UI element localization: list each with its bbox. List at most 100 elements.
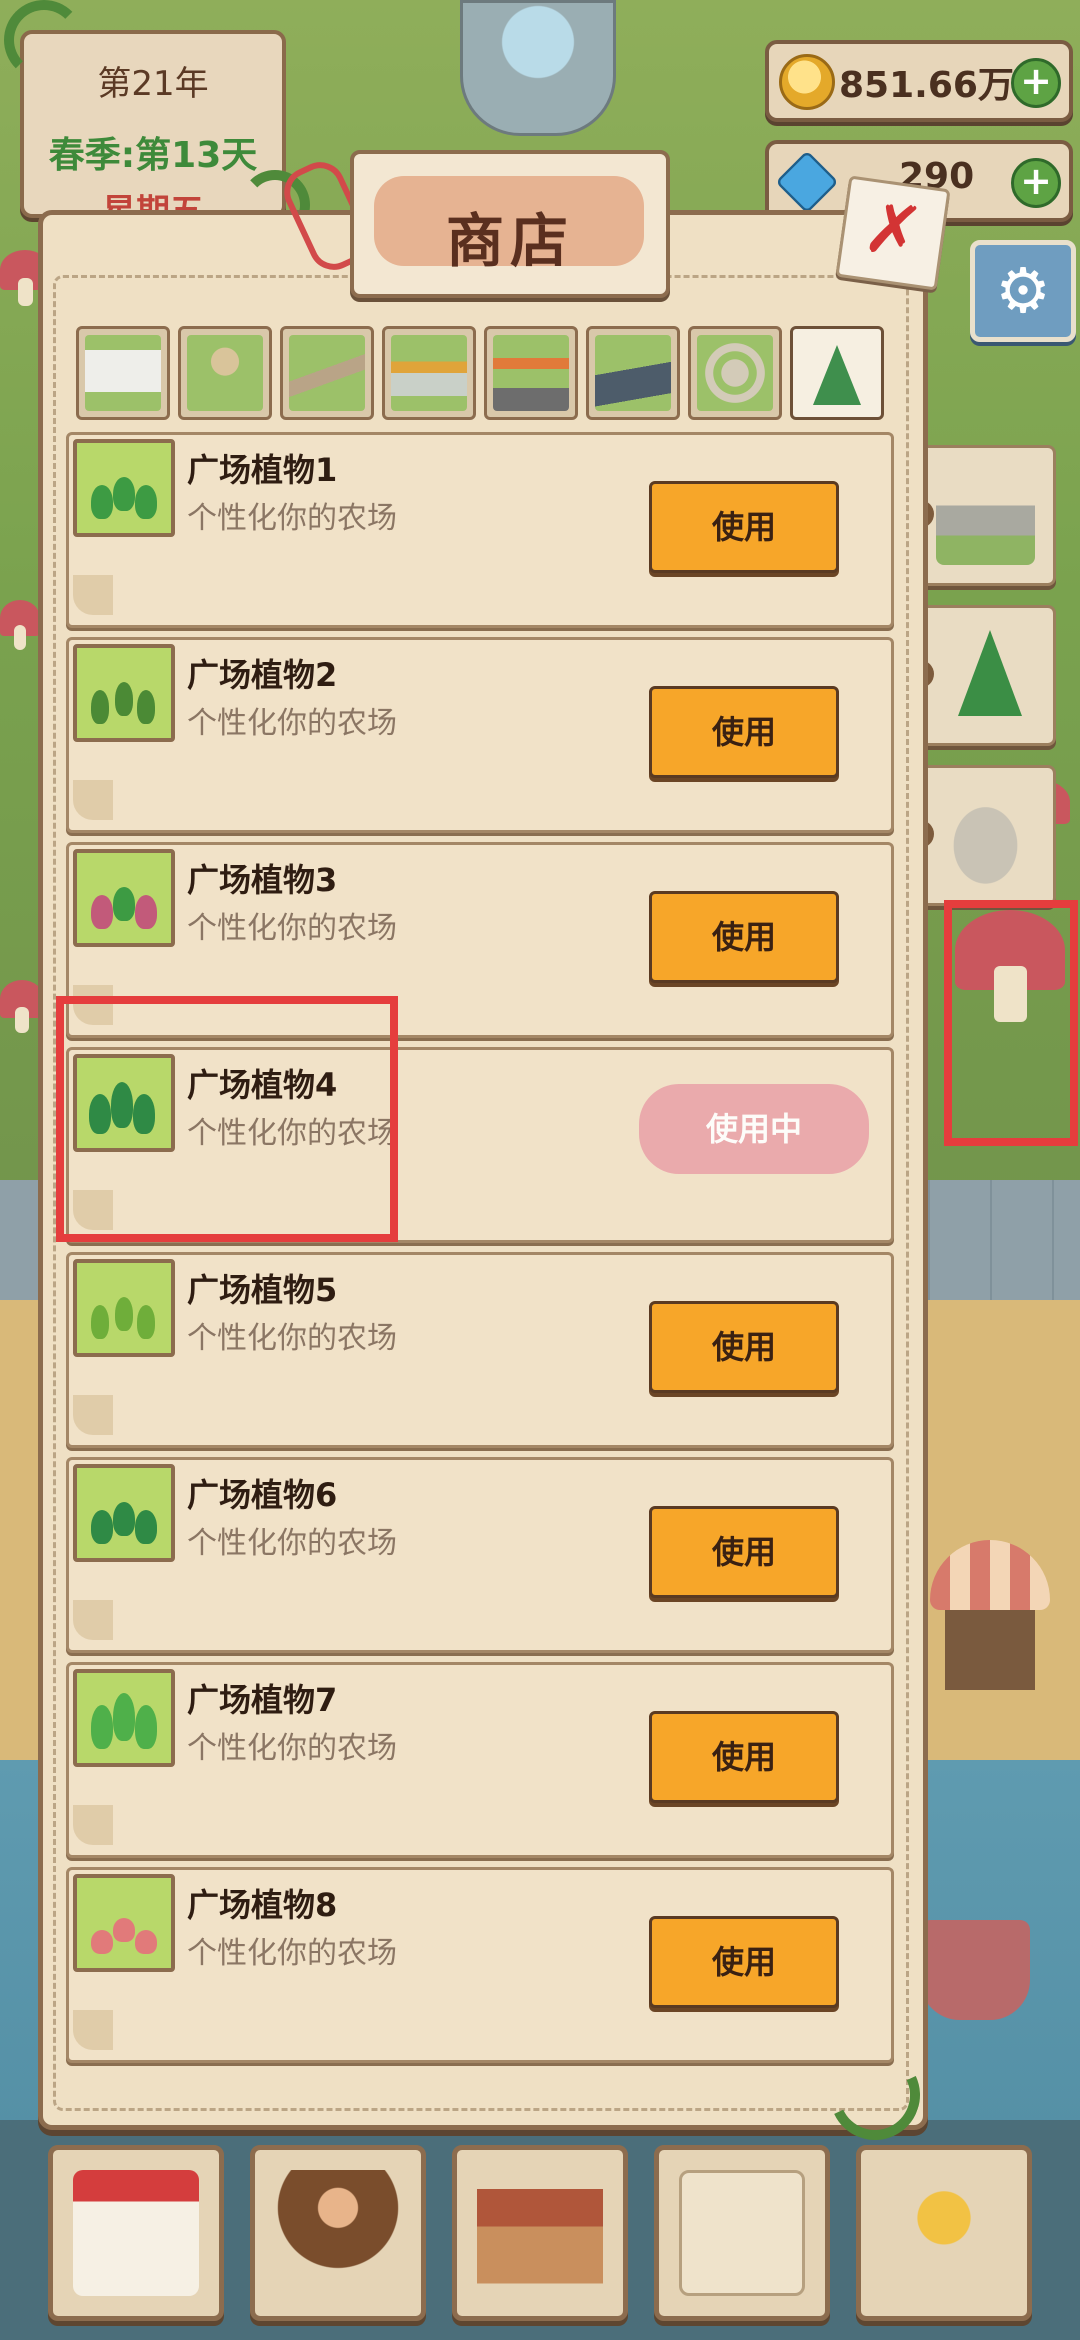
add-coins-button[interactable]: + <box>1011 58 1061 108</box>
coin-value: 851.66万 <box>839 65 1014 106</box>
use-button[interactable]: 使用 <box>649 1301 839 1393</box>
add-gems-button[interactable]: + <box>1011 158 1061 208</box>
nav-letter-button[interactable] <box>654 2145 830 2321</box>
boat-decor <box>920 1920 1030 2020</box>
street-icon <box>595 335 671 411</box>
shop-item-list: 广场植物1 个性化你的农场 使用 广场植物2 个性化你的农场 使用 广场植物3 … <box>66 432 894 2072</box>
use-button[interactable]: 使用 <box>649 686 839 778</box>
category-tab-vegetable-bed[interactable] <box>484 326 578 420</box>
use-button-label: 使用 <box>711 508 776 546</box>
page-fold-decor <box>73 575 113 615</box>
item-description: 个性化你的农场 <box>187 1321 397 1356</box>
farmer-icon <box>275 2170 401 2296</box>
item-description: 个性化你的农场 <box>187 1936 397 1971</box>
item-thumbnail <box>73 644 175 742</box>
shop-title: 商店 <box>445 207 574 275</box>
item-name: 广场植物3 <box>187 861 338 899</box>
category-tab-path-garden[interactable] <box>178 326 272 420</box>
use-button-label: 使用 <box>711 1328 776 1366</box>
mushroom-decor <box>0 600 40 651</box>
item-description: 个性化你的农场 <box>187 1731 397 1766</box>
page-fold-decor <box>73 1395 113 1435</box>
season-day-label: 春季:第13天 <box>48 135 258 176</box>
item-description: 个性化你的农场 <box>187 911 397 946</box>
page-fold-decor <box>73 1805 113 1845</box>
item-thumbnail <box>73 1874 175 1972</box>
use-button[interactable]: 使用 <box>649 1916 839 2008</box>
item-name: 广场植物7 <box>187 1681 338 1719</box>
letter-icon <box>679 2170 805 2296</box>
highlight-box <box>944 900 1078 1146</box>
nav-house-button[interactable] <box>452 2145 628 2321</box>
use-button-label: 使用 <box>711 1943 776 1981</box>
shop-item: 广场植物1 个性化你的农场 使用 <box>66 432 894 628</box>
use-button[interactable]: 使用 <box>649 891 839 983</box>
use-button[interactable]: 使用 <box>649 1506 839 1598</box>
item-thumbnail <box>73 1259 175 1357</box>
close-button[interactable]: ✗ <box>835 175 951 291</box>
shop-item: 广场植物6 个性化你的农场 使用 <box>66 1457 894 1653</box>
shop-item: 广场植物8 个性化你的农场 使用 <box>66 1867 894 2063</box>
coin-icon <box>779 54 835 110</box>
tree-icon <box>813 345 861 405</box>
plant-category-icon <box>799 335 875 411</box>
item-description: 个性化你的农场 <box>187 706 397 741</box>
item-thumbnail <box>73 439 175 537</box>
side-tab-fountain-plaza[interactable] <box>906 765 1056 906</box>
coin-counter: 851.66万 + <box>765 40 1073 122</box>
nav-calendar-button[interactable] <box>48 2145 224 2321</box>
use-button-label: 使用 <box>711 1533 776 1571</box>
item-description: 个性化你的农场 <box>187 501 397 536</box>
garden-path-icon <box>187 335 263 411</box>
category-tab-plaza[interactable] <box>688 326 782 420</box>
close-icon: ✗ <box>858 185 929 275</box>
fountain-plaza-icon <box>936 786 1035 885</box>
item-thumbnail <box>73 849 175 947</box>
fountain-decor <box>460 0 616 136</box>
vine-decor <box>4 0 84 80</box>
christmas-tree-icon <box>936 626 1035 725</box>
shop-title-tag: 商店 <box>350 150 670 298</box>
house-icon <box>477 2170 603 2296</box>
page-fold-decor <box>73 780 113 820</box>
use-button[interactable]: 使用 <box>649 481 839 573</box>
category-tab-plant[interactable] <box>790 326 884 420</box>
fence-icon <box>85 335 161 411</box>
in-use-status: 使用中 <box>639 1084 869 1174</box>
side-tab-christmas-tree[interactable] <box>906 605 1056 746</box>
market-stall-decor <box>930 1540 1050 1690</box>
item-name: 广场植物1 <box>187 451 338 489</box>
item-description: 个性化你的农场 <box>187 1526 397 1561</box>
calendar-icon <box>73 2170 199 2296</box>
gear-icon: ⚙ <box>995 254 1051 327</box>
achievement-medal-icon <box>881 2170 1007 2296</box>
page-fold-decor <box>73 2010 113 2050</box>
shop-item: 广场植物2 个性化你的农场 使用 <box>66 637 894 833</box>
nav-achievement-button[interactable] <box>856 2145 1032 2321</box>
shop-item: 广场植物7 个性化你的农场 使用 <box>66 1662 894 1858</box>
settings-button[interactable]: ⚙ <box>970 240 1076 342</box>
nav-farmer-button[interactable] <box>250 2145 426 2321</box>
shop-item: 广场植物5 个性化你的农场 使用 <box>66 1252 894 1448</box>
item-name: 广场植物6 <box>187 1476 338 1514</box>
gem-icon <box>775 150 839 214</box>
use-button[interactable]: 使用 <box>649 1711 839 1803</box>
page-fold-decor <box>73 1600 113 1640</box>
item-name: 广场植物2 <box>187 656 338 694</box>
use-button-label: 使用 <box>711 1738 776 1776</box>
category-tab-road[interactable] <box>280 326 374 420</box>
category-tab-street[interactable] <box>586 326 680 420</box>
highlight-box <box>56 996 398 1242</box>
road-icon <box>289 335 365 411</box>
vegetable-bed-icon <box>493 335 569 411</box>
category-tab-fence[interactable] <box>76 326 170 420</box>
fence-decor-icon <box>936 466 1035 565</box>
in-use-label: 使用中 <box>705 1110 802 1148</box>
item-name: 广场植物8 <box>187 1886 338 1924</box>
category-tab-flower-bed[interactable] <box>382 326 476 420</box>
use-button-label: 使用 <box>711 918 776 956</box>
flower-bed-icon <box>391 335 467 411</box>
side-tab-fence-decor[interactable] <box>906 445 1056 586</box>
category-tabs <box>76 326 886 422</box>
use-button-label: 使用 <box>711 713 776 751</box>
